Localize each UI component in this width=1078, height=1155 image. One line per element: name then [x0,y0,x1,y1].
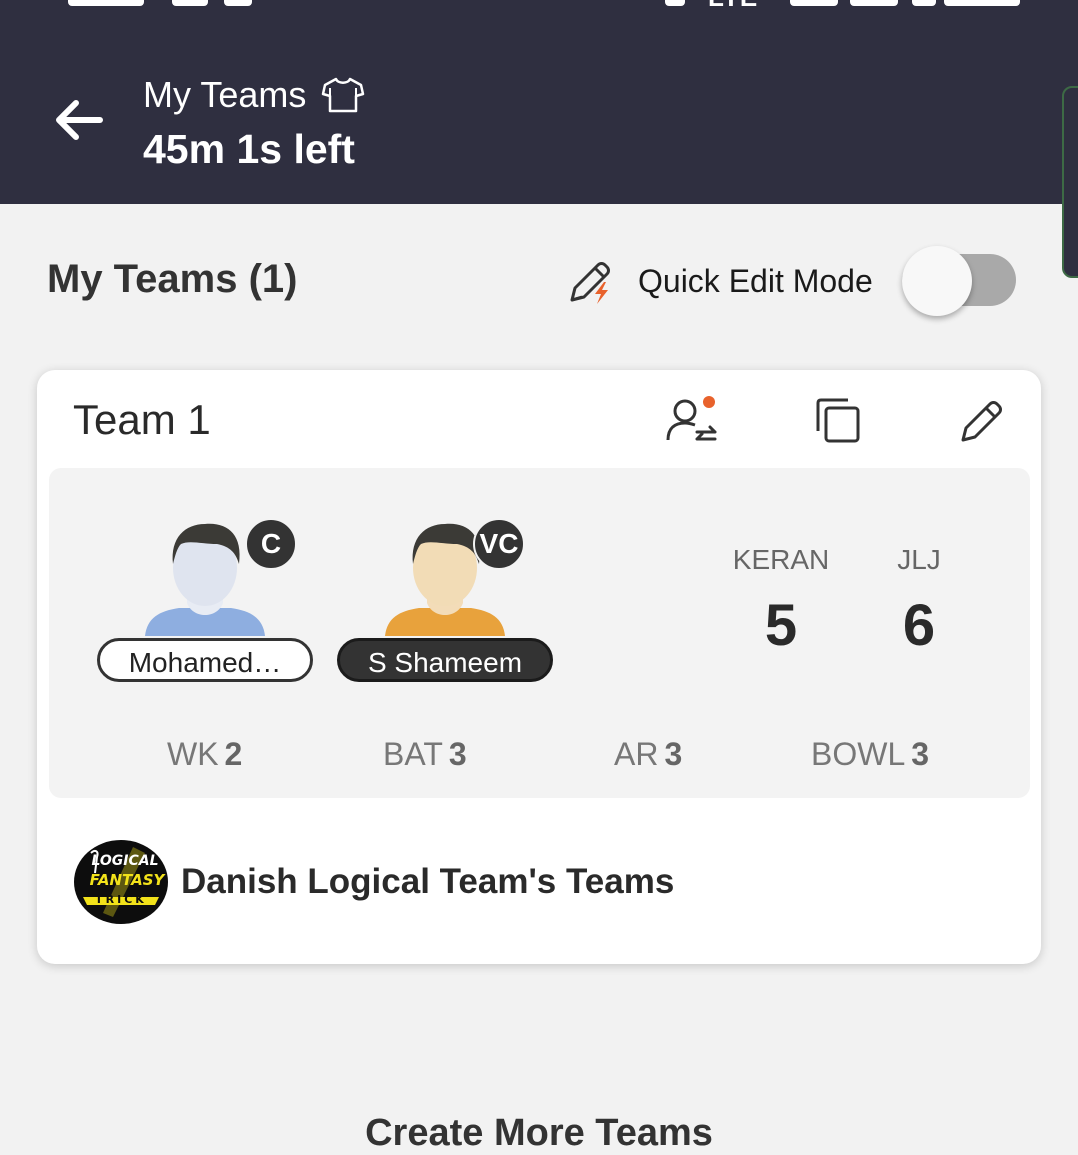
vice-captain-name: S Shameem [337,638,553,682]
message-icon [172,0,208,6]
gallery-icon [224,0,252,6]
vice-captain-player[interactable]: VC S Shameem [337,504,553,694]
captain-name: Mohamed… [97,638,313,682]
team-preview: C Mohamed… VC S Shameem KERAN 5 JLJ 6 WK… [49,468,1030,798]
role-count: 3 [664,736,683,772]
role-label: AR [614,736,659,772]
side-drawer-handle[interactable] [1062,86,1078,278]
my-teams-heading: My Teams (1) [47,257,298,301]
owner-name: Danish Logical Team's Teams [181,862,675,901]
swap-players-button[interactable] [665,394,721,455]
role-ar: AR 3 [614,736,682,773]
battery-icon [912,0,936,6]
signal-icon [790,0,838,6]
copy-icon [816,398,860,443]
app-header: LTE My Teams 45m 1s left [0,0,1078,204]
quick-edit-toggle[interactable] [902,246,1016,316]
role-wk: WK 2 [167,736,242,773]
player-swap-icon [666,396,717,441]
logo-text-line-2: FANTASY [90,871,167,889]
team-card[interactable]: Team 1 C Mohamed… VC S Shameem KERAN 5 J… [37,370,1041,964]
create-more-teams-button[interactable]: Create More Teams [0,1112,1078,1155]
edit-team-button[interactable] [957,396,1007,451]
team-b-code: JLJ [897,544,941,575]
role-label: BAT [383,736,443,772]
copy-team-button[interactable] [813,396,863,451]
status-bar: LTE [0,0,1078,13]
role-bat: BAT 3 [383,736,467,773]
deadline-timer: 45m 1s left [143,126,355,172]
quick-edit-label: Quick Edit Mode [638,263,873,299]
back-arrow-icon [56,100,103,140]
logo-text-line-3: TRICK [95,893,147,906]
toggle-knob [902,246,972,316]
captain-badge: C [245,518,297,570]
edit-pencil-icon [961,401,1002,442]
team-name: Team 1 [73,396,211,443]
role-label: BOWL [811,736,906,772]
role-bowl: BOWL 3 [811,736,929,773]
role-count: 3 [448,736,467,772]
vice-captain-badge: VC [473,518,525,570]
team-b-count: 6 [902,593,936,658]
role-count: 3 [911,736,930,772]
network-type-label: LTE [708,0,758,13]
role-label: WK [167,736,219,772]
team-a-code: KERAN [732,544,830,575]
role-count: 2 [224,736,243,772]
battery-percent-text [944,0,1020,6]
captain-player[interactable]: C Mohamed… [97,504,313,694]
signal-2-icon [850,0,898,6]
team-a-count: 5 [764,593,798,658]
back-button[interactable] [48,90,108,150]
page-title: My Teams [143,74,307,115]
owner-logo: LOGICAL FANTASY TRICK [74,840,168,924]
clock-text [68,0,144,6]
pencil-lightning-icon [570,262,610,304]
jersey-icon [321,77,365,113]
logo-text-line-1: LOGICAL [91,853,158,869]
alarm-icon [665,0,685,6]
